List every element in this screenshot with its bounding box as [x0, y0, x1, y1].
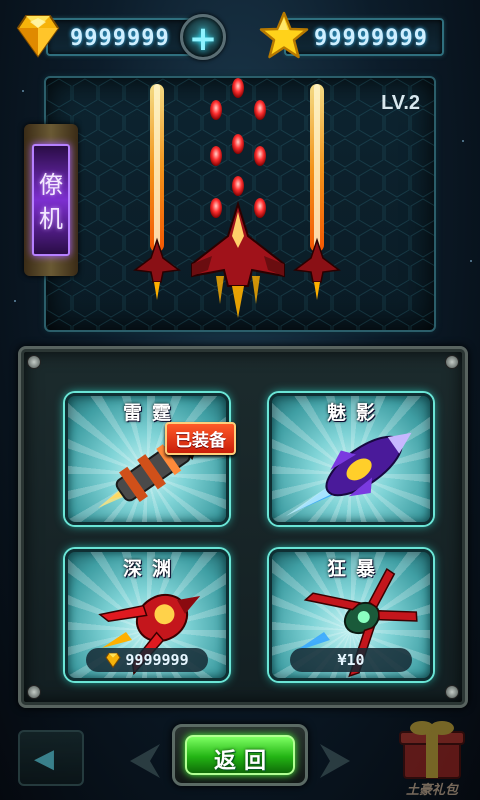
wingman-selection-panel: 雷霆 已装备 魅影 深渊 9999999 狂暴 ¥10 — [18, 346, 468, 708]
wingman-card-4[interactable]: 狂暴 ¥10 — [269, 549, 433, 681]
gem-icon — [105, 652, 121, 668]
wingman-card-3[interactable]: 深渊 9999999 — [65, 549, 229, 681]
equipped-badge: 已装备 — [165, 422, 236, 455]
wingman-tab[interactable]: 僚机 — [24, 124, 78, 276]
price-value: 9999999 — [125, 651, 189, 669]
return-button[interactable]: 返回 — [172, 724, 308, 786]
bolt-icon — [27, 355, 41, 369]
gem-icon — [16, 15, 60, 58]
preview-artwork — [133, 78, 341, 318]
price-tag: ¥10 — [290, 648, 412, 672]
star-dot — [14, 300, 16, 302]
back-arrow-button[interactable]: ◀ — [18, 730, 84, 786]
bolt-icon — [445, 685, 459, 699]
gift-icon — [399, 721, 465, 779]
gift-pack-button[interactable]: 土豪礼包 — [392, 718, 472, 800]
gem-count: 9999999 — [70, 26, 170, 51]
chevron-right-icon — [320, 744, 350, 778]
wingman-right — [293, 237, 341, 300]
star-count: 99999999 — [314, 26, 428, 51]
player-ship — [191, 200, 285, 318]
plus-icon: + — [188, 19, 218, 59]
ship-preview-panel: LV.2 — [44, 76, 436, 332]
star-dot — [470, 260, 472, 262]
wingman-card-1[interactable]: 雷霆 已装备 — [65, 393, 236, 525]
bolt-icon — [27, 685, 41, 699]
gift-pack-label: 土豪礼包 — [405, 783, 458, 798]
gem-balance: 9999999 — [46, 18, 198, 56]
return-button-face: 返回 — [185, 735, 295, 775]
wingman-left — [133, 237, 181, 300]
chevron-left-icon — [130, 744, 160, 778]
wingman-tab-face: 僚机 — [32, 144, 70, 256]
wingman-card-2[interactable]: 魅影 — [269, 393, 433, 525]
enemy-bullets — [210, 78, 266, 218]
price-tag: 9999999 — [86, 648, 208, 672]
star-dot — [22, 90, 24, 92]
price-value: ¥10 — [337, 651, 365, 669]
star-dot — [462, 140, 464, 142]
back-arrow-icon: ◀ — [34, 744, 54, 774]
star-icon — [259, 11, 309, 59]
bolt-icon — [445, 355, 459, 369]
add-gems-button[interactable]: + — [180, 14, 226, 60]
wingman-ship-icon — [286, 432, 412, 516]
wingman-tab-label: 僚机 — [39, 171, 63, 233]
return-button-label: 返回 — [213, 749, 274, 774]
wingman-ship-icon — [98, 436, 202, 508]
